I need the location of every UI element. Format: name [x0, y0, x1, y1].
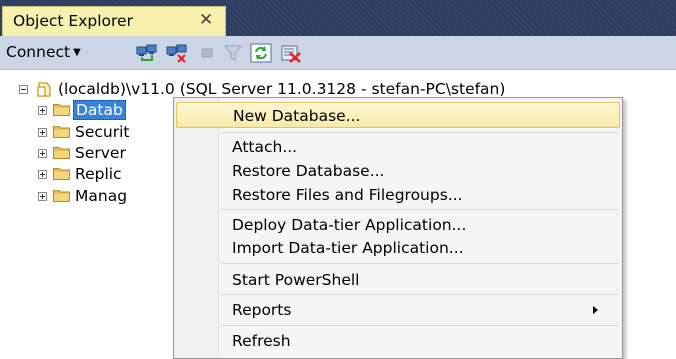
- databases-label: Datab: [73, 100, 126, 120]
- stop-icon[interactable]: [196, 43, 218, 63]
- menu-separator: [221, 294, 619, 295]
- object-explorer-tab[interactable]: Object Explorer ✕: [2, 6, 226, 36]
- tree-node-replication[interactable]: Replic: [0, 163, 173, 185]
- collapse-icon[interactable]: [19, 85, 28, 94]
- menu-item-restore-files-filegroups[interactable]: Restore Files and Filegroups...: [176, 182, 620, 208]
- object-explorer-title: Object Explorer: [13, 12, 133, 30]
- expand-icon[interactable]: [38, 192, 47, 201]
- folder-icon: [53, 168, 70, 180]
- expand-icon[interactable]: [38, 149, 47, 158]
- disconnect-icon[interactable]: [166, 43, 188, 63]
- folder-icon: [53, 126, 70, 138]
- tree-node-databases[interactable]: Datab: [0, 99, 173, 121]
- databases-context-menu: New Database... Attach... Restore Databa…: [173, 97, 623, 359]
- document-tab-strip: Object Explorer ✕: [0, 0, 676, 36]
- menu-separator: [221, 209, 619, 210]
- connect-object-explorer-icon[interactable]: [136, 43, 158, 63]
- menu-item-label: Restore Files and Filegroups...: [232, 186, 463, 204]
- menu-separator: [221, 132, 619, 133]
- menu-item-label: Start PowerShell: [232, 271, 360, 289]
- menu-item-restore-database[interactable]: Restore Database...: [176, 158, 620, 184]
- folder-icon: [53, 190, 70, 202]
- folder-icon: [53, 104, 70, 116]
- menu-item-label: New Database...: [233, 107, 361, 125]
- close-icon[interactable]: ✕: [199, 10, 213, 30]
- connect-label: Connect: [6, 43, 71, 61]
- security-label: Securit: [75, 123, 130, 141]
- tree-node-server-objects[interactable]: Server: [0, 142, 173, 164]
- submenu-arrow-icon: [593, 306, 598, 314]
- server-icon: [37, 82, 51, 97]
- management-label: Manag: [75, 187, 128, 205]
- replication-label: Replic: [75, 165, 122, 183]
- tree-node-security[interactable]: Securit: [0, 121, 173, 143]
- tree-node-management[interactable]: Manag: [0, 185, 173, 207]
- menu-item-attach[interactable]: Attach...: [176, 134, 620, 160]
- menu-item-label: Attach...: [232, 138, 298, 156]
- menu-item-import-data-tier[interactable]: Import Data-tier Application...: [176, 235, 620, 261]
- menu-item-label: Deploy Data-tier Application...: [232, 216, 467, 234]
- menu-item-label: Import Data-tier Application...: [232, 239, 464, 257]
- menu-item-label: Refresh: [232, 332, 291, 350]
- menu-separator: [221, 325, 619, 326]
- expand-icon[interactable]: [38, 128, 47, 137]
- expand-icon[interactable]: [38, 170, 47, 179]
- menu-item-reports[interactable]: Reports: [176, 297, 620, 323]
- object-explorer-toolbar: Connect ▼: [0, 36, 676, 70]
- menu-item-new-database[interactable]: New Database...: [176, 102, 620, 128]
- server-objects-label: Server: [75, 144, 126, 162]
- menu-item-label: Restore Database...: [232, 162, 385, 180]
- object-explorer-details-icon[interactable]: [280, 43, 302, 63]
- refresh-icon[interactable]: [250, 43, 272, 63]
- chevron-down-icon: ▼: [73, 47, 81, 58]
- menu-item-start-powershell[interactable]: Start PowerShell: [176, 267, 620, 293]
- folder-icon: [53, 147, 70, 159]
- filter-icon[interactable]: [222, 43, 244, 63]
- connect-button[interactable]: Connect ▼: [6, 40, 81, 64]
- menu-item-refresh[interactable]: Refresh: [176, 328, 620, 354]
- expand-icon[interactable]: [38, 106, 47, 115]
- menu-item-label: Reports: [232, 301, 292, 319]
- menu-separator: [221, 263, 619, 264]
